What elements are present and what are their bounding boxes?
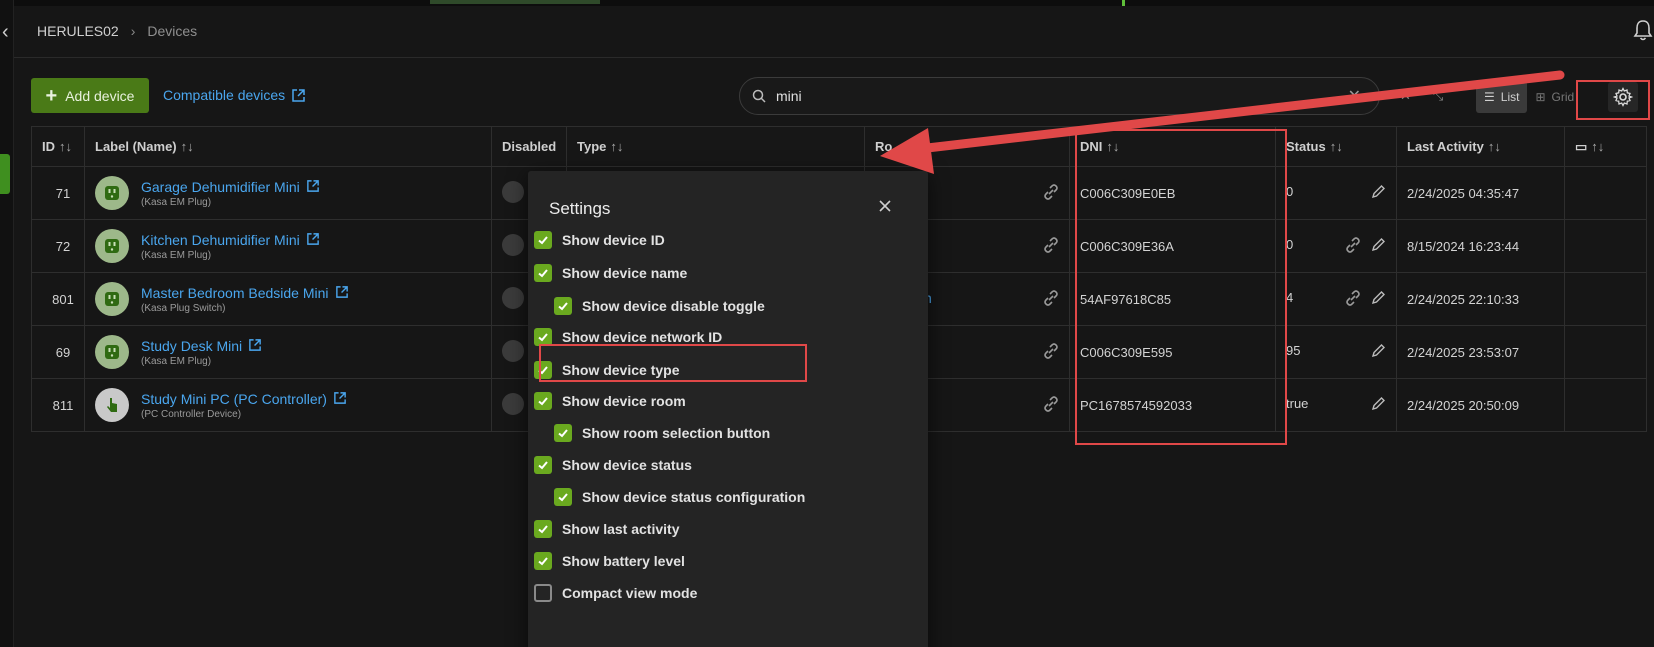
annotation-arrow	[880, 70, 1565, 174]
